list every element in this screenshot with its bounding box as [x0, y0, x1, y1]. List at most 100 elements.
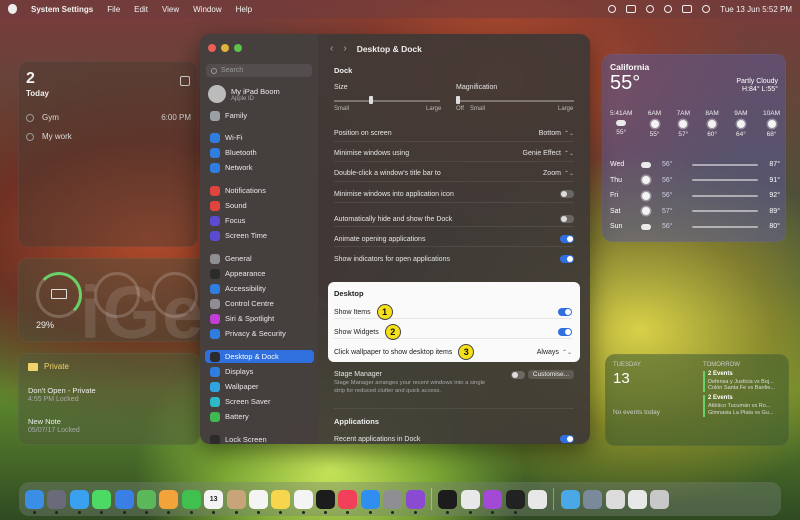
stage-manager-toggle[interactable] — [510, 370, 525, 379]
folder-2-icon[interactable] — [583, 489, 603, 509]
sidebar-item-displays[interactable]: Displays — [208, 365, 312, 378]
system-settings-icon[interactable] — [383, 489, 403, 514]
sidebar-item-desktop-dock[interactable]: Desktop & Dock — [205, 350, 314, 363]
toggle-show-items[interactable] — [558, 308, 572, 316]
calendar-event-group[interactable]: 2 Events Defensa y Justicia vs Boj... Co… — [703, 371, 783, 393]
close-button[interactable] — [208, 44, 216, 52]
notes-icon[interactable] — [271, 489, 291, 514]
menu-edit[interactable]: Edit — [134, 5, 148, 14]
reminder-item[interactable]: My work — [26, 132, 191, 141]
step-badge: 3 — [458, 344, 475, 360]
messages-icon[interactable] — [92, 489, 112, 514]
sidebar-item-battery[interactable]: Battery — [208, 410, 312, 423]
trash-icon[interactable] — [650, 489, 670, 509]
divider — [334, 338, 572, 339]
recent-apps-toggle[interactable] — [560, 435, 574, 443]
sidebar-item-lock-screen[interactable]: Lock Screen — [208, 433, 312, 444]
magnification-slider-knob[interactable] — [456, 96, 460, 104]
feedback-icon[interactable] — [405, 489, 425, 514]
sidebar-item-network[interactable]: Network — [208, 161, 312, 174]
sidebar-item-control-centre[interactable]: Control Centre — [208, 297, 312, 310]
forward-chevron-icon[interactable]: › — [343, 43, 346, 54]
facetime-icon[interactable] — [181, 489, 201, 514]
app-store-icon[interactable] — [360, 489, 380, 514]
sidebar-item-bluetooth[interactable]: Bluetooth — [208, 146, 312, 159]
chrome-icon[interactable] — [460, 489, 480, 514]
sidebar-item-privacy-security[interactable]: Privacy & Security — [208, 327, 312, 340]
finder-icon[interactable] — [25, 489, 44, 514]
mail-icon[interactable] — [114, 489, 134, 514]
magnification-slider-track[interactable] — [456, 100, 574, 102]
note-item[interactable]: Don't Open - Private 4:55 PM Locked — [28, 386, 96, 403]
back-chevron-icon[interactable]: ‹ — [330, 43, 333, 54]
reminder-item[interactable]: Gym 6:00 PM — [26, 113, 191, 122]
sidebar-item-siri-spotlight[interactable]: Siri & Spotlight — [208, 312, 312, 325]
menu-file[interactable]: File — [107, 5, 120, 14]
toggle-automatically-hide-and-show-the-dock[interactable] — [560, 215, 574, 223]
sidebar-item-focus[interactable]: Focus — [208, 214, 312, 227]
calendar-event-group[interactable]: 2 Events Atlético Tucumán vs Ro... Gimna… — [703, 395, 783, 417]
search-input[interactable]: Search — [206, 64, 312, 77]
notes-widget[interactable]: Private Don't Open - Private 4:55 PM Loc… — [18, 353, 200, 445]
maps-icon[interactable] — [136, 489, 156, 514]
tv-icon[interactable] — [316, 489, 336, 514]
control-centre-icon[interactable] — [682, 5, 693, 13]
note-item[interactable]: New Note 05/07/17 Locked — [28, 417, 80, 434]
siri-icon[interactable] — [702, 5, 711, 13]
minimize-button[interactable] — [221, 44, 229, 52]
chrome-2-icon[interactable] — [527, 489, 547, 509]
toggle-show-widgets[interactable] — [558, 328, 572, 336]
calendar-icon[interactable]: 13 — [204, 489, 224, 514]
battery-icon[interactable] — [626, 5, 637, 13]
toggle-animate-opening-applications[interactable] — [560, 235, 574, 243]
checkbox-icon[interactable] — [26, 132, 34, 141]
sidebar-item-wi-fi[interactable]: Wi-Fi — [208, 131, 312, 144]
folder-icon[interactable] — [560, 489, 580, 509]
weather-widget[interactable]: California 55° Partly Cloudy H:84° L:55°… — [602, 54, 786, 242]
photos-icon[interactable] — [159, 489, 179, 514]
launchpad-icon[interactable] — [47, 489, 67, 514]
keyboard-icon[interactable] — [605, 489, 625, 509]
freeform-icon[interactable] — [293, 489, 313, 514]
reminders-widget[interactable]: 2 Today Gym 6:00 PM My work — [18, 61, 198, 247]
toggle-show-indicators-for-open-applications[interactable] — [560, 255, 574, 263]
music-icon[interactable] — [338, 489, 358, 514]
sidebar-item-screen-time[interactable]: Screen Time — [208, 229, 312, 242]
menu-view[interactable]: View — [162, 5, 179, 14]
select-click-wallpaper-to-show-desktop-items[interactable]: Always ⌃⌄ — [537, 349, 572, 356]
sidebar-item-accessibility[interactable]: Accessibility — [208, 282, 312, 295]
sidebar-item-notifications[interactable]: Notifications — [208, 184, 312, 197]
select-double-click-a-window-s-title-bar-to[interactable]: Zoom ⌃⌄ — [543, 170, 574, 177]
apple-menu-icon[interactable] — [8, 4, 17, 14]
contacts-icon[interactable] — [226, 489, 246, 514]
calendar-widget[interactable]: TUESDAY 13 No events today TOMORROW 2 Ev… — [605, 354, 789, 446]
window-icon[interactable] — [627, 489, 647, 509]
apple-id-account[interactable]: My iPad Boom Apple ID — [208, 85, 280, 103]
select-position-on-screen[interactable]: Bottom ⌃⌄ — [539, 130, 574, 137]
size-slider-track[interactable] — [334, 100, 440, 102]
podcasts-icon[interactable] — [483, 489, 503, 514]
stocks-icon[interactable] — [438, 489, 458, 514]
toggle-minimise-windows-into-application-icon[interactable] — [560, 190, 574, 198]
menu-help[interactable]: Help — [236, 5, 252, 14]
menu-window[interactable]: Window — [193, 5, 221, 14]
sidebar-item-wallpaper[interactable]: Wallpaper — [208, 380, 312, 393]
menu-app-name[interactable]: System Settings — [31, 5, 93, 14]
spotlight-icon[interactable] — [664, 5, 673, 13]
sidebar-item-appearance[interactable]: Appearance — [208, 267, 312, 280]
size-slider-knob[interactable] — [368, 96, 373, 104]
terminal-icon[interactable] — [505, 489, 525, 514]
zoom-button[interactable] — [234, 44, 242, 52]
sidebar-item-screen-saver[interactable]: Screen Saver — [208, 395, 312, 408]
sidebar-item-family[interactable]: Family — [208, 109, 312, 122]
menu-clock[interactable]: Tue 13 Jun 5:52 PM — [720, 5, 792, 14]
sidebar-item-general[interactable]: General — [208, 252, 312, 265]
checkbox-icon[interactable] — [26, 113, 34, 122]
select-minimise-windows-using[interactable]: Genie Effect ⌃⌄ — [523, 150, 574, 157]
reminders-icon[interactable] — [248, 489, 268, 514]
customise-button[interactable]: Customise... — [527, 370, 574, 379]
wifi-icon[interactable] — [646, 5, 655, 13]
record-icon[interactable] — [608, 5, 617, 13]
sidebar-item-sound[interactable]: Sound — [208, 199, 312, 212]
safari-icon[interactable] — [69, 489, 89, 514]
